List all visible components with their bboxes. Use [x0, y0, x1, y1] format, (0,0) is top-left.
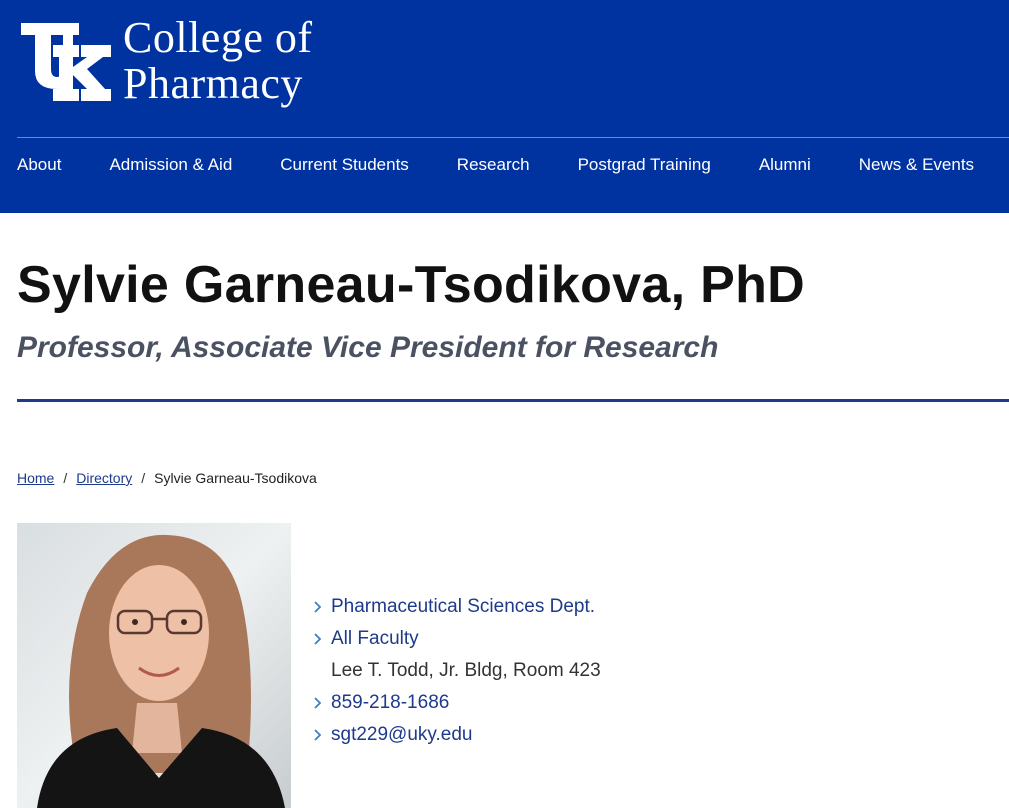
breadcrumb-separator: /: [63, 470, 68, 486]
college-name: College of Pharmacy: [123, 15, 313, 107]
nav-research[interactable]: Research: [457, 155, 530, 175]
contact-info: Pharmaceutical Sciences Dept. All Facult…: [311, 591, 601, 751]
profile-photo-image: [17, 523, 291, 808]
title-rule: [17, 399, 1009, 402]
nav-news-events[interactable]: News & Events: [859, 155, 974, 175]
nav-postgrad-training[interactable]: Postgrad Training: [578, 155, 711, 175]
nav-about[interactable]: About: [17, 155, 61, 175]
contact-phone-row[interactable]: 859-218-1686: [311, 687, 601, 719]
chevron-right-icon: [314, 697, 322, 709]
breadcrumb-directory[interactable]: Directory: [76, 470, 132, 486]
profile-subtitle: Professor, Associate Vice President for …: [17, 331, 719, 364]
phone-link[interactable]: 859-218-1686: [331, 692, 449, 714]
chevron-right-icon: [314, 633, 322, 645]
uk-logo-icon: [21, 23, 111, 101]
page-title: Sylvie Garneau-Tsodikova, PhD: [17, 256, 805, 314]
header-divider: [17, 137, 1009, 138]
chevron-right-icon: [314, 729, 322, 741]
college-line-1: College of: [123, 13, 313, 62]
nav-alumni[interactable]: Alumni: [759, 155, 811, 175]
chevron-right-icon: [314, 601, 322, 613]
office-location: Lee T. Todd, Jr. Bldg, Room 423: [331, 660, 601, 681]
all-faculty-link[interactable]: All Faculty: [331, 628, 419, 650]
main-nav: About Admission & Aid Current Students R…: [17, 155, 974, 175]
email-link[interactable]: sgt229@uky.edu: [331, 724, 472, 746]
contact-email-row[interactable]: sgt229@uky.edu: [311, 719, 601, 751]
contact-faculty-row[interactable]: All Faculty: [311, 623, 601, 655]
contact-department-row[interactable]: Pharmaceutical Sciences Dept.: [311, 591, 601, 623]
profile-photo: [17, 523, 291, 808]
breadcrumb-separator: /: [141, 470, 146, 486]
breadcrumb-home[interactable]: Home: [17, 470, 54, 486]
site-logo[interactable]: College of Pharmacy: [17, 15, 313, 107]
contact-office-row: Lee T. Todd, Jr. Bldg, Room 423: [311, 655, 601, 687]
breadcrumb-current: Sylvie Garneau-Tsodikova: [154, 470, 317, 486]
nav-admission-aid[interactable]: Admission & Aid: [109, 155, 232, 175]
nav-current-students[interactable]: Current Students: [280, 155, 409, 175]
college-line-2: Pharmacy: [123, 59, 303, 108]
department-link[interactable]: Pharmaceutical Sciences Dept.: [331, 596, 595, 618]
site-header: College of Pharmacy About Admission & Ai…: [0, 0, 1009, 213]
breadcrumb: Home / Directory / Sylvie Garneau-Tsodik…: [17, 470, 317, 486]
